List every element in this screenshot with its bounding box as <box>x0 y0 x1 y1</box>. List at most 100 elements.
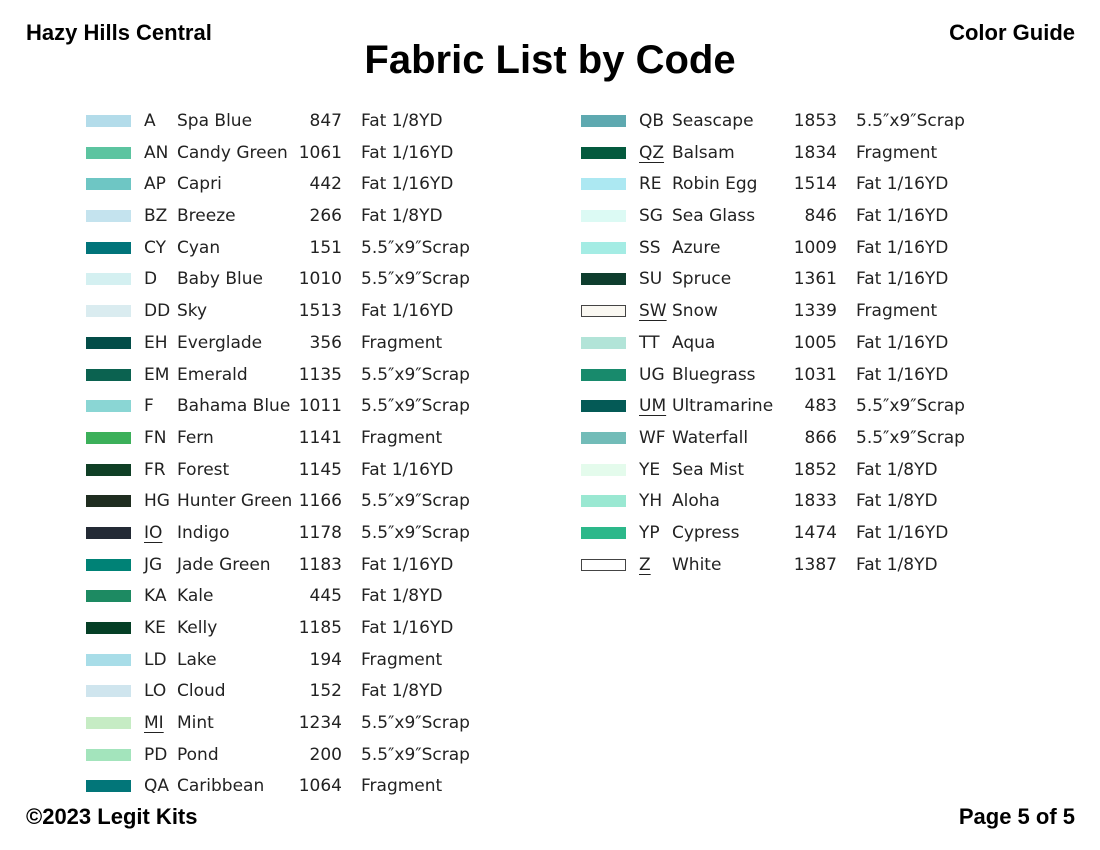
fabric-name: Everglade <box>177 332 263 353</box>
fabric-code: F <box>144 396 154 417</box>
fabric-code: FR <box>144 459 166 480</box>
fabric-name: Caribbean <box>177 776 265 797</box>
fabric-cut-size: Fat 1/8YD <box>361 681 443 702</box>
fabric-cut-size: Fragment <box>856 142 938 163</box>
fabric-number: 1061 <box>298 142 342 163</box>
fabric-cut-size: Fat 1/8YD <box>856 491 938 512</box>
fabric-number: 1853 <box>793 111 837 131</box>
fabric-name: Bluegrass <box>672 364 756 385</box>
color-swatch <box>581 115 626 127</box>
fabric-cut-size: 5.5″x9″Scrap <box>361 269 470 290</box>
fabric-code: BZ <box>144 206 168 227</box>
fabric-number: 1183 <box>298 554 342 575</box>
fabric-code: IO <box>144 522 163 543</box>
color-swatch <box>581 431 626 444</box>
fabric-cut-size: Fat 1/16YD <box>361 554 454 575</box>
fabric-number: 1339 <box>793 301 837 322</box>
fabric-code: Z <box>639 554 651 575</box>
fabric-name: Balsam <box>672 142 735 163</box>
fabric-code: SG <box>639 206 663 227</box>
fabric-code: PD <box>144 744 168 765</box>
fabric-code: RE <box>639 174 662 195</box>
fabric-number: 445 <box>309 586 342 607</box>
fabric-cut-size: 5.5″x9″Scrap <box>361 364 470 385</box>
fabric-name: White <box>672 554 722 575</box>
fabric-number: 1031 <box>793 364 837 385</box>
fabric-number: 1010 <box>298 269 342 290</box>
copyright: ©2023 Legit Kits <box>26 804 198 829</box>
fabric-name: Breeze <box>177 206 236 227</box>
fabric-cut-size: Fat 1/8YD <box>361 206 443 227</box>
color-swatch <box>581 241 626 254</box>
fabric-cut-size: 5.5″x9″Scrap <box>856 111 965 131</box>
fabric-cut-size: Fat 1/16YD <box>856 174 949 195</box>
fabric-number: 1005 <box>793 332 837 353</box>
fabric-name: Snow <box>672 301 718 322</box>
color-swatch <box>581 273 626 286</box>
fabric-cut-size: Fat 1/16YD <box>856 269 949 290</box>
fabric-code: HG <box>144 491 170 512</box>
fabric-number: 1834 <box>793 142 837 163</box>
color-swatch <box>86 368 131 381</box>
color-swatch <box>581 178 626 191</box>
fabric-number: 483 <box>804 396 837 417</box>
fabric-name: Waterfall <box>672 427 749 448</box>
fabric-number: 194 <box>309 649 342 670</box>
color-swatch <box>86 273 131 286</box>
fabric-cut-size: Fat 1/16YD <box>361 174 454 195</box>
fabric-cut-size: Fat 1/16YD <box>856 237 949 258</box>
color-swatch <box>86 717 131 730</box>
fabric-code: SW <box>639 301 667 322</box>
color-swatch <box>86 336 131 349</box>
fabric-name: Cypress <box>672 522 740 543</box>
fabric-name: Cloud <box>177 681 226 702</box>
fabric-cut-size: Fat 1/16YD <box>361 301 454 322</box>
color-swatch <box>86 780 131 793</box>
fabric-cut-size: 5.5″x9″Scrap <box>361 237 470 258</box>
fabric-name: Aloha <box>672 491 720 512</box>
fabric-code: EM <box>144 364 170 385</box>
fabric-cut-size: Fragment <box>856 301 938 322</box>
color-swatch <box>86 558 131 571</box>
fabric-code: AN <box>144 142 169 163</box>
fabric-name: Ultramarine <box>672 396 774 417</box>
fabric-name: Jade Green <box>177 554 271 575</box>
page-number: Page 5 of 5 <box>958 804 1075 829</box>
fabric-name: Spa Blue <box>177 111 253 131</box>
color-swatch <box>86 400 131 413</box>
fabric-cut-size: 5.5″x9″Scrap <box>856 427 965 448</box>
color-swatch <box>86 463 131 476</box>
fabric-number: 1185 <box>298 618 342 638</box>
fabric-name: Sky <box>177 301 208 322</box>
fabric-code: FN <box>144 427 167 448</box>
fabric-name: Bahama Blue <box>177 396 291 417</box>
fabric-number: 847 <box>309 111 342 131</box>
fabric-code: MI <box>144 713 164 734</box>
fabric-cut-size: Fat 1/16YD <box>856 332 949 353</box>
color-swatch <box>581 526 626 539</box>
color-swatch <box>581 368 626 381</box>
fabric-cut-size: 5.5″x9″Scrap <box>361 744 470 765</box>
fabric-name: Spruce <box>672 269 732 290</box>
fabric-cut-size: Fat 1/8YD <box>361 111 443 131</box>
fabric-number: 1009 <box>793 237 837 258</box>
fabric-name: Forest <box>177 459 230 480</box>
fabric-number: 1387 <box>793 554 837 575</box>
fabric-code: YE <box>639 459 661 480</box>
color-swatch <box>581 336 626 349</box>
fabric-code: EH <box>144 332 168 353</box>
fabric-cut-size: Fat 1/16YD <box>856 364 949 385</box>
fabric-number: 1166 <box>298 491 342 512</box>
color-swatch <box>86 241 131 254</box>
fabric-cut-size: Fat 1/16YD <box>856 522 949 543</box>
color-swatch <box>86 178 131 191</box>
color-swatch <box>86 748 131 761</box>
fabric-cut-size: Fat 1/16YD <box>361 142 454 163</box>
fabric-name: Indigo <box>177 522 230 543</box>
fabric-number: 1141 <box>298 427 342 448</box>
fabric-number: 1361 <box>793 269 837 290</box>
fabric-number: 442 <box>309 174 342 195</box>
fabric-number: 200 <box>309 744 342 765</box>
fabric-cut-size: 5.5″x9″Scrap <box>361 522 470 543</box>
fabric-cut-size: 5.5″x9″Scrap <box>361 491 470 512</box>
